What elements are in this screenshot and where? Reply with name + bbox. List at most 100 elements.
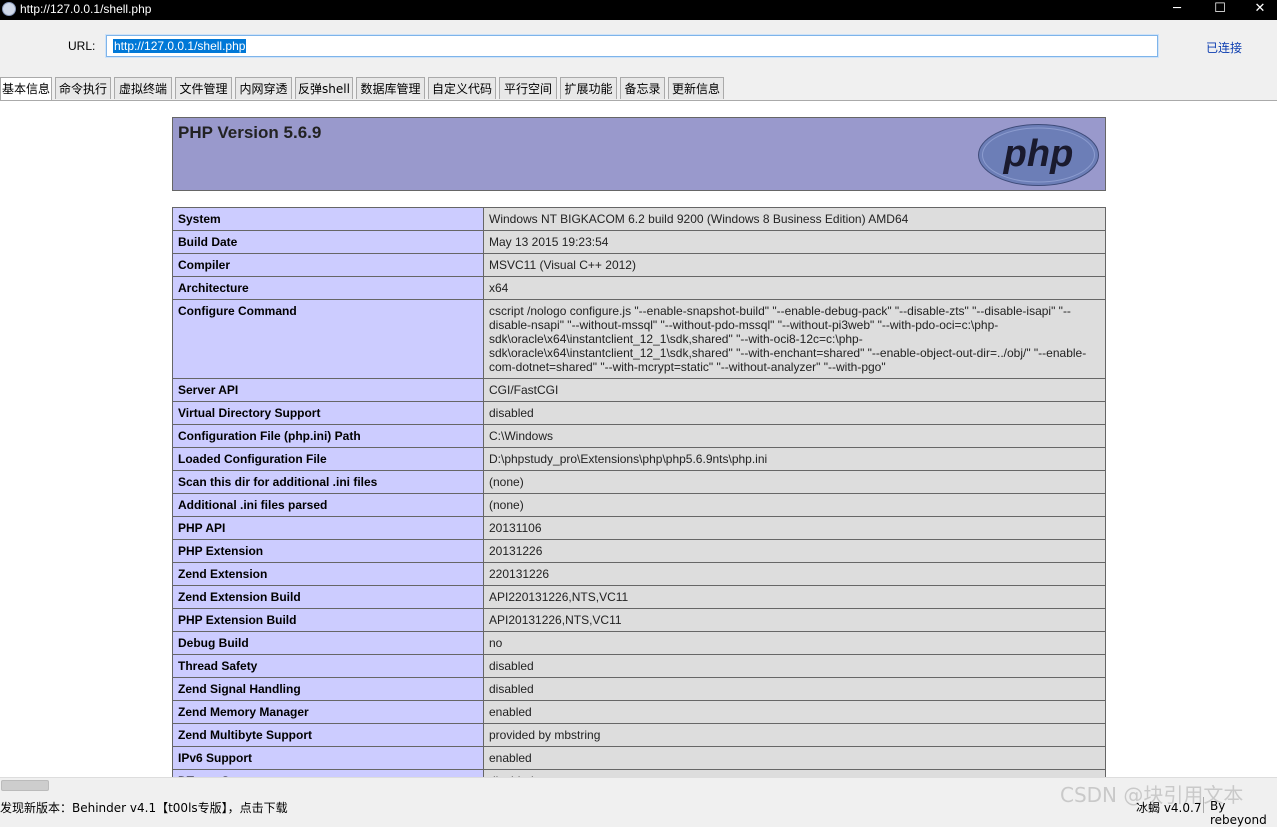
row-value: CGI/FastCGI [483,378,1106,402]
row-value: (none) [483,493,1106,517]
tab-custom-code[interactable]: 自定义代码 [428,77,496,99]
row-key: DTrace Support [172,769,484,777]
maximize-button[interactable]: ☐ [1200,0,1240,20]
table-row: IPv6 Support enabled [172,746,1106,770]
row-key: Scan this dir for additional .ini files [172,470,484,494]
row-value: no [483,631,1106,655]
scrollbar-thumb[interactable] [1,780,49,791]
minimize-button[interactable]: ─ [1157,0,1197,20]
tab-parallel-space[interactable]: 平行空间 [499,77,557,99]
row-key: Loaded Configuration File [172,447,484,471]
php-version-title: PHP Version 5.6.9 [178,123,322,142]
window-titlebar: http://127.0.0.1/shell.php ─ ☐ ✕ [0,0,1277,20]
phpinfo-table: System Windows NT BIGKACOM 6.2 build 9200… [172,207,1106,777]
url-input-value: http://127.0.0.1/shell.php [113,39,247,53]
update-notice-link[interactable]: 发现新版本：Behinder v4.1【t00ls专版】，点击下载 [0,799,288,816]
table-row: System Windows NT BIGKACOM 6.2 build 9200… [172,207,1106,231]
row-key: Thread Safety [172,654,484,678]
tab-database-manager[interactable]: 数据库管理 [356,77,425,99]
table-row: Virtual Directory Support disabled [172,401,1106,425]
tab-memo[interactable]: 备忘录 [620,77,665,99]
table-row: Compiler MSVC11 (Visual C++ 2012) [172,253,1106,277]
tab-command-exec[interactable]: 命令执行 [55,77,111,99]
table-row: Loaded Configuration File D:\phpstudy_pro… [172,447,1106,471]
row-key: Configuration File (php.ini) Path [172,424,484,448]
url-input[interactable]: http://127.0.0.1/shell.php [106,35,1158,57]
status-divider [1203,797,1204,813]
table-row: PHP Extension Build API20131226,NTS,VC11 [172,608,1106,632]
row-value: enabled [483,700,1106,724]
row-key: Build Date [172,230,484,254]
row-value: 220131226 [483,562,1106,586]
table-row: Architecture x64 [172,276,1106,300]
row-key: IPv6 Support [172,746,484,770]
table-row: PHP Extension 20131226 [172,539,1106,563]
table-row: Build Date May 13 2015 19:23:54 [172,230,1106,254]
table-row: Configuration File (php.ini) Path C:\Wind… [172,424,1106,448]
row-key: Virtual Directory Support [172,401,484,425]
row-key: Debug Build [172,631,484,655]
table-row: Server API CGI/FastCGI [172,378,1106,402]
row-key: Zend Signal Handling [172,677,484,701]
phpinfo-header: PHP Version 5.6.9 php [172,117,1106,191]
row-key: Zend Memory Manager [172,700,484,724]
row-value: API20131226,NTS,VC11 [483,608,1106,632]
close-button[interactable]: ✕ [1240,0,1277,20]
row-value: cscript /nologo configure.js "--enable-s… [483,299,1106,379]
table-row: Zend Extension 220131226 [172,562,1106,586]
row-value: 20131226 [483,539,1106,563]
row-value: disabled [483,401,1106,425]
row-value: disabled [483,677,1106,701]
row-value: May 13 2015 19:23:54 [483,230,1106,254]
row-value: x64 [483,276,1106,300]
row-key: PHP Extension [172,539,484,563]
row-value: MSVC11 (Visual C++ 2012) [483,253,1106,277]
table-row: Thread Safety disabled [172,654,1106,678]
table-row: Debug Build no [172,631,1106,655]
tab-virtual-terminal[interactable]: 虚拟终端 [114,77,172,99]
table-row: Additional .ini files parsed (none) [172,493,1106,517]
app-version: 冰蝎 v4.0.7 [1136,801,1202,815]
row-value: API220131226,NTS,VC11 [483,585,1106,609]
row-key: Additional .ini files parsed [172,493,484,517]
url-label: URL: [68,39,96,53]
table-row: DTrace Supportdisabled [172,769,1106,777]
row-key: System [172,207,484,231]
url-bar: URL: http://127.0.0.1/shell.php 已连接 [0,20,1277,72]
row-value: disabled [483,654,1106,678]
row-key: Configure Command [172,299,484,379]
tab-reverse-shell[interactable]: 反弹shell [295,77,353,99]
row-key: Architecture [172,276,484,300]
row-key: PHP API [172,516,484,540]
tab-bar: 基本信息 命令执行 虚拟终端 文件管理 内网穿透 反弹shell 数据库管理 自… [0,77,1277,100]
tab-update-info[interactable]: 更新信息 [668,77,724,99]
row-value: 20131106 [483,516,1106,540]
row-key: PHP Extension Build [172,608,484,632]
row-value: D:\phpstudy_pro\Extensions\php\php5.6.9n… [483,447,1106,471]
phpinfo-panel: PHP Version 5.6.9 php System Windows NT B… [0,100,1277,777]
table-row: Scan this dir for additional .ini files(… [172,470,1106,494]
row-value: disabled [483,769,1106,777]
row-key: Zend Multibyte Support [172,723,484,747]
row-value: Windows NT BIGKACOM 6.2 build 9200 (Wind… [483,207,1106,231]
row-value: C:\Windows [483,424,1106,448]
connection-status: 已连接 [1206,41,1243,55]
tab-basic-info[interactable]: 基本信息 [0,77,52,100]
row-key: Zend Extension [172,562,484,586]
status-bar: 发现新版本：Behinder v4.1【t00ls专版】，点击下载 冰蝎 v4.… [0,794,1277,827]
row-value: enabled [483,746,1106,770]
row-key: Compiler [172,253,484,277]
php-logo-text: php [1003,133,1074,175]
table-row: PHP API 20131106 [172,516,1106,540]
row-key: Server API [172,378,484,402]
table-row: Zend Signal Handling disabled [172,677,1106,701]
tab-file-manager[interactable]: 文件管理 [175,77,232,99]
globe-icon [2,2,16,16]
row-value: (none) [483,470,1106,494]
row-value: provided by mbstring [483,723,1106,747]
app-author: By rebeyond [1210,799,1267,827]
tab-intranet-tunnel[interactable]: 内网穿透 [235,77,292,99]
table-row: Zend Extension Build API220131226,NTS,VC1… [172,585,1106,609]
row-key: Zend Extension Build [172,585,484,609]
tab-extensions[interactable]: 扩展功能 [560,77,617,99]
